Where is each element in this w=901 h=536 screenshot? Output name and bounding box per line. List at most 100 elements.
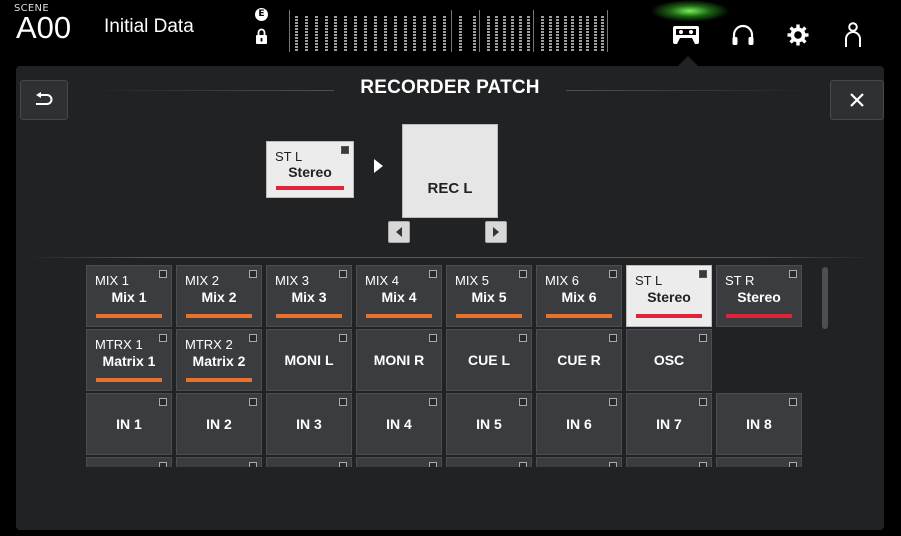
chip-indicator xyxy=(249,270,257,278)
meter-bar xyxy=(586,16,589,52)
source-chip[interactable]: CUE R xyxy=(536,329,622,391)
chip-name: IN 4 xyxy=(386,416,412,432)
source-chip[interactable]: MONI R xyxy=(356,329,442,391)
meter-separator xyxy=(289,10,290,52)
chip-id: MIX 2 xyxy=(185,273,219,288)
back-button[interactable] xyxy=(20,80,68,120)
scene-number[interactable]: A00 xyxy=(16,10,71,46)
meter-bar xyxy=(393,16,397,52)
source-chip[interactable]: MTRX 2 Matrix 2 xyxy=(176,329,262,391)
grid-scrollbar[interactable] xyxy=(822,267,828,329)
chip-indicator xyxy=(699,398,707,406)
chip-indicator xyxy=(699,270,707,278)
source-chip[interactable]: ST L Stereo xyxy=(626,265,712,327)
chip-indicator xyxy=(789,462,797,467)
source-chip[interactable]: MIX 4 Mix 4 xyxy=(356,265,442,327)
meter-bar xyxy=(413,16,417,52)
next-destination-button[interactable] xyxy=(485,221,507,243)
meter-bar xyxy=(324,16,328,52)
source-chip[interactable]: IN 4 xyxy=(356,393,442,455)
source-chip[interactable]: MIX 2 Mix 2 xyxy=(176,265,262,327)
scene-title[interactable]: Initial Data xyxy=(104,16,194,38)
meter-bar xyxy=(304,16,308,52)
source-chip[interactable]: IN 1 xyxy=(86,393,172,455)
source-chip[interactable]: MIX 6 Mix 6 xyxy=(536,265,622,327)
source-chip[interactable] xyxy=(86,457,172,467)
chip-indicator xyxy=(699,334,707,342)
gear-icon[interactable] xyxy=(783,20,813,50)
patch-source-chip[interactable]: ST L Stereo xyxy=(266,141,354,198)
chip-indicator xyxy=(159,462,167,467)
chip-name: CUE R xyxy=(557,352,601,368)
meter-bar xyxy=(403,16,407,52)
source-chip[interactable]: MONI L xyxy=(266,329,352,391)
chip-indicator xyxy=(789,398,797,406)
source-chip[interactable] xyxy=(626,457,712,467)
meter-bar xyxy=(487,16,490,52)
chip-name: IN 5 xyxy=(476,416,502,432)
section-divider xyxy=(26,257,874,258)
source-chip[interactable] xyxy=(176,457,262,467)
source-chip[interactable] xyxy=(266,457,352,467)
close-button[interactable] xyxy=(830,80,884,120)
source-chip[interactable]: IN 5 xyxy=(446,393,532,455)
meter-bar xyxy=(519,16,522,52)
chip-indicator xyxy=(429,334,437,342)
source-chip[interactable]: MIX 5 Mix 5 xyxy=(446,265,532,327)
chip-color-bar xyxy=(276,314,342,318)
chip-name: Mix 4 xyxy=(381,289,417,305)
chip-indicator xyxy=(609,398,617,406)
source-chip[interactable]: IN 6 xyxy=(536,393,622,455)
chip-indicator xyxy=(699,462,707,467)
source-name: Stereo xyxy=(288,164,332,180)
back-icon xyxy=(36,92,53,105)
chip-color-bar xyxy=(96,378,162,382)
meter-bar xyxy=(556,16,559,52)
source-chip[interactable]: IN 7 xyxy=(626,393,712,455)
chip-indicator xyxy=(519,334,527,342)
source-chip[interactable]: IN 8 xyxy=(716,393,802,455)
chip-indicator xyxy=(249,398,257,406)
prev-destination-button[interactable] xyxy=(388,221,410,243)
source-chip[interactable]: CUE L xyxy=(446,329,532,391)
chip-indicator xyxy=(519,462,527,467)
source-chip[interactable]: IN 2 xyxy=(176,393,262,455)
chip-id: MIX 1 xyxy=(95,273,129,288)
chip-indicator xyxy=(609,462,617,467)
source-chip[interactable]: IN 3 xyxy=(266,393,352,455)
source-chip[interactable]: MIX 3 Mix 3 xyxy=(266,265,352,327)
chip-name: MONI R xyxy=(373,352,425,368)
user-icon[interactable] xyxy=(838,20,868,50)
meter-bar xyxy=(563,16,567,52)
headphones-icon[interactable] xyxy=(728,20,758,50)
chip-indicator xyxy=(249,334,257,342)
chip-id: MIX 6 xyxy=(545,273,579,288)
meter-separator xyxy=(607,10,608,52)
source-chip[interactable] xyxy=(446,457,532,467)
source-chip[interactable]: MIX 1 Mix 1 xyxy=(86,265,172,327)
source-chip[interactable] xyxy=(536,457,622,467)
chip-name: Matrix 1 xyxy=(102,353,156,369)
chip-name: CUE L xyxy=(468,352,510,368)
recorder-icon[interactable] xyxy=(671,20,701,50)
patch-destination-chip[interactable]: REC L xyxy=(402,124,498,218)
popup-pointer xyxy=(678,56,698,66)
patch-arrow-icon xyxy=(374,159,383,173)
source-chip[interactable]: ST R Stereo xyxy=(716,265,802,327)
panel-title: RECORDER PATCH xyxy=(360,77,540,98)
source-chip[interactable] xyxy=(356,457,442,467)
level-meters[interactable] xyxy=(283,10,613,52)
source-chip[interactable] xyxy=(716,457,802,467)
meter-bar xyxy=(511,16,514,52)
source-color-bar xyxy=(276,186,344,190)
chip-name: Mix 6 xyxy=(561,289,597,305)
chip-id: MIX 4 xyxy=(365,273,399,288)
source-chip[interactable]: OSC xyxy=(626,329,712,391)
source-chip[interactable]: MTRX 1 Matrix 1 xyxy=(86,329,172,391)
chip-name: IN 3 xyxy=(296,416,322,432)
lock-icon[interactable] xyxy=(255,28,268,45)
meter-bar xyxy=(314,16,318,52)
chip-id: ST L xyxy=(635,273,663,288)
chip-indicator xyxy=(159,270,167,278)
chip-indicator xyxy=(249,462,257,467)
